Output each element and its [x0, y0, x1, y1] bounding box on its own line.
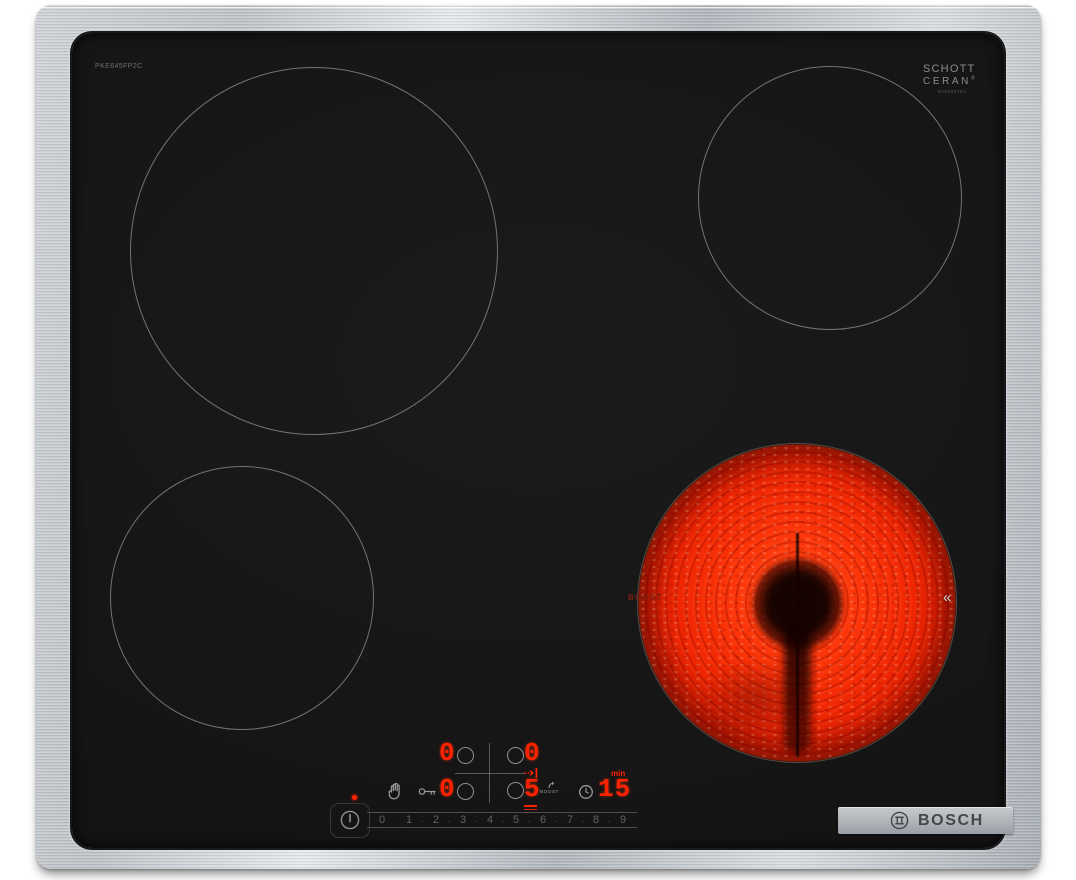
schott-ceran-logo: SCHOTT CERAN® [923, 63, 975, 87]
cooking-zone-front-left [110, 466, 374, 730]
power-indicator-dot [352, 795, 357, 800]
power-icon [339, 809, 361, 831]
bosch-symbol-icon [890, 811, 909, 830]
bosch-logo-badge: BOSCH [838, 807, 1013, 834]
zone-select-key-front-right[interactable] [507, 782, 524, 799]
timer-display: 15 [598, 776, 631, 802]
display-front-left: 0 [439, 776, 456, 802]
slider-level-2[interactable]: 2 [433, 814, 439, 826]
registered-mark: ® [971, 75, 975, 81]
slider-level-3[interactable]: 3 [460, 814, 466, 826]
slider-bottom-line [367, 827, 637, 828]
glass-serial-label: 805908784 [938, 90, 966, 95]
wipe-protection-hand-icon[interactable] [387, 782, 404, 800]
slider-level-5[interactable]: 5 [513, 814, 519, 826]
child-lock-key-icon[interactable] [418, 786, 437, 797]
power-key[interactable] [330, 803, 370, 838]
zone-extension-chevron-icon: « [943, 589, 951, 606]
slider-dot: · [582, 816, 585, 826]
slider-dot: · [528, 816, 531, 826]
slider-level-4[interactable]: 4 [487, 814, 493, 826]
model-number-label: PKE645FP2C [95, 63, 143, 70]
display-back-left: 0 [439, 740, 456, 766]
slider-level-0[interactable]: 0 [379, 814, 385, 826]
display-front-right: 5 [524, 776, 541, 802]
cooking-zone-back-left [130, 67, 498, 435]
slider-top-line [367, 812, 637, 813]
slider-level-8[interactable]: 8 [593, 814, 599, 826]
heating-element-shadow-line [796, 533, 799, 757]
zone-select-key-front-left[interactable] [457, 783, 474, 800]
power-level-slider[interactable]: 0 1 · 2 · 3 · 4 · 5 · 6 · 7 · 8 · 9 [367, 810, 637, 829]
slider-level-1[interactable]: 1 [406, 814, 412, 826]
level-underline [524, 805, 537, 807]
schott-logo-line2: CERAN® [923, 76, 975, 88]
cooking-zone-back-right [698, 66, 962, 330]
zone-select-key-back-right[interactable] [507, 747, 524, 764]
schott-logo-line1: SCHOTT [923, 63, 975, 76]
slider-level-6[interactable]: 6 [540, 814, 546, 826]
bosch-wordmark: BOSCH [918, 812, 984, 830]
slider-dot: · [421, 816, 424, 826]
slider-dot: · [502, 816, 505, 826]
zone-select-key-back-left[interactable] [457, 747, 474, 764]
product-photo: PKE645FP2C SCHOTT CERAN® 805908784 BOOST… [0, 0, 1076, 880]
display-back-right: 0 [524, 740, 541, 766]
boost-icon [548, 781, 557, 789]
slider-dot: · [608, 816, 611, 826]
boost-label[interactable]: BOOST [540, 790, 559, 795]
cooking-zone-front-right-active [638, 444, 956, 762]
timer-clock-icon[interactable] [578, 784, 594, 800]
slider-dot: · [475, 816, 478, 826]
slider-dot: · [555, 816, 558, 826]
zone-cross-line-horizontal [455, 773, 525, 774]
slider-level-7[interactable]: 7 [567, 814, 573, 826]
slider-level-9[interactable]: 9 [620, 814, 626, 826]
ceramic-glass-surface: PKE645FP2C SCHOTT CERAN® 805908784 BOOST… [72, 33, 1004, 848]
slider-dot: · [448, 816, 451, 826]
zone-boost-marking: BOOST [628, 593, 662, 602]
